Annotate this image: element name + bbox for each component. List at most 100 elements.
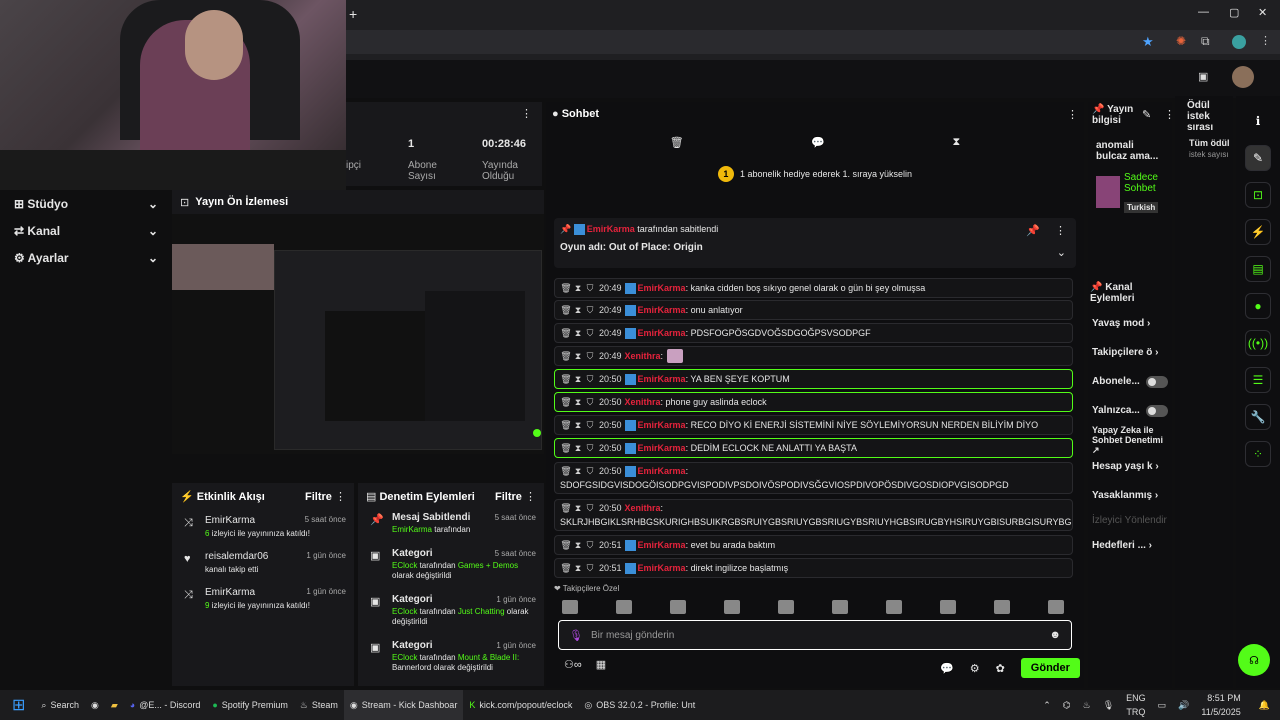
trash-icon[interactable]: 🗑 xyxy=(560,328,572,339)
shield-icon[interactable]: ⛉ xyxy=(584,328,596,339)
hourglass-icon[interactable]: ⧗ xyxy=(572,397,584,408)
message-user[interactable]: Xenithra xyxy=(625,503,661,513)
emote[interactable] xyxy=(886,600,902,614)
activity-user[interactable]: EmirKarma xyxy=(205,587,255,598)
windows-start-icon[interactable]: ⊞ xyxy=(12,695,25,715)
trash-icon[interactable]: 🗑 xyxy=(560,420,572,431)
more-icon[interactable]: ⋮ xyxy=(1055,224,1066,237)
message-user[interactable]: EmirKarma xyxy=(638,420,686,430)
moderation-user[interactable]: EmirKarma xyxy=(392,525,432,534)
gear-icon[interactable]: ⚙ xyxy=(970,662,980,675)
glasses-icon[interactable]: ⚇∞ xyxy=(564,658,582,671)
pinned-message[interactable]: 📌 EmirKarma tarafından sabitlendi Oyun a… xyxy=(554,218,1076,268)
edit-icon[interactable]: ✎ xyxy=(1142,108,1151,121)
moderation-user[interactable]: EClock xyxy=(392,607,417,616)
category-name[interactable]: Sadece Sohbet xyxy=(1124,172,1168,194)
microphone-icon[interactable]: 🎙 xyxy=(569,629,583,642)
trash-icon[interactable]: 🗑 xyxy=(560,443,572,454)
message-user[interactable]: Xenithra xyxy=(625,397,661,407)
category-thumbnail[interactable] xyxy=(1096,176,1120,208)
toggle[interactable] xyxy=(1146,376,1168,388)
clock[interactable]: 8:51 PM 11/5/2025 xyxy=(1195,690,1246,720)
message-user[interactable]: Xenithra xyxy=(625,351,661,361)
chat-message[interactable]: 🗑 ⧗ ⛉ 20:49 EmirKarma: onu anlatıyor xyxy=(554,300,1073,320)
steam-tray-icon[interactable]: ♨ xyxy=(1077,690,1097,720)
taskbar-obs[interactable]: ◎ OBS 32.0.2 - Profile: Unt xyxy=(578,690,701,720)
emote[interactable] xyxy=(670,600,686,614)
chat-message[interactable]: 🗑 ⧗ ⛉ 20:50 EmirKarma: SDOFGSIDGVISDOGÖISODPG… xyxy=(554,462,1073,494)
trash-icon[interactable]: 🗑 xyxy=(560,283,572,294)
hourglass-icon[interactable]: ⧗ xyxy=(572,305,584,316)
mic-icon[interactable]: 🎙 xyxy=(1097,690,1120,720)
shield-icon[interactable]: ⛉ xyxy=(584,503,596,514)
ai-moderation-action[interactable]: Yapay Zeka ile Sohbet Denetimi ↗ xyxy=(1092,425,1168,461)
message-user[interactable]: EmirKarma xyxy=(638,283,686,293)
chat-message[interactable]: 🗑 ⧗ ⛉ 20:50 Xenithra: phone guy aslinda eclo… xyxy=(554,392,1073,412)
chat-message[interactable]: 🗑 ⧗ ⛉ 20:50 EmirKarma: DEDİM ECLOCK NE ANLAT… xyxy=(554,438,1073,458)
activity-user[interactable]: EmirKarma xyxy=(205,515,255,526)
chrome-icon[interactable]: ◉ xyxy=(85,690,105,720)
emote[interactable] xyxy=(616,600,632,614)
message-user[interactable]: EmirKarma xyxy=(638,540,686,550)
taskbar-chrome-kick[interactable]: ◉ Stream - Kick Dashboar xyxy=(343,690,464,720)
trash-icon[interactable]: 🗑 xyxy=(560,397,572,408)
shield-icon[interactable]: ⛉ xyxy=(584,420,596,431)
hourglass-icon[interactable]: ⧗ xyxy=(572,374,584,385)
menu-icon[interactable]: ⋮ xyxy=(1260,34,1271,47)
moderation-filter-button[interactable]: Filtre xyxy=(495,491,522,503)
info-icon[interactable]: ℹ xyxy=(1245,108,1271,134)
emote[interactable] xyxy=(724,600,740,614)
followers-only-action[interactable]: Takipçilere ö › xyxy=(1092,347,1168,376)
shield-icon[interactable]: ⛉ xyxy=(584,540,596,551)
message-user[interactable]: EmirKarma xyxy=(638,443,686,453)
shield-icon[interactable]: ⛉ xyxy=(584,397,596,408)
more-icon[interactable]: ⋮ xyxy=(1067,108,1078,121)
more-icon[interactable]: ⋮ xyxy=(521,107,532,120)
hourglass-icon[interactable]: ⧗ xyxy=(572,283,584,294)
chat-message[interactable]: 🗑 ⧗ ⛉ 20:50 EmirKarma: RECO DİYO Kİ ENERJİ S… xyxy=(554,415,1073,435)
taskbar-spotify[interactable]: ● Spotify Premium xyxy=(206,690,293,720)
pin-icon[interactable]: 📌 xyxy=(1026,224,1040,237)
chat-bubble-icon[interactable]: 💬 xyxy=(940,662,954,675)
trash-icon[interactable]: 🗑 xyxy=(560,563,572,574)
shield-icon[interactable]: ⛉ xyxy=(584,443,596,454)
hourglass-icon[interactable]: ⧗ xyxy=(572,420,584,431)
shield-icon[interactable]: ⛉ xyxy=(584,563,596,574)
emote[interactable] xyxy=(1048,600,1064,614)
message-user[interactable]: EmirKarma xyxy=(638,563,686,573)
slow-mode-action[interactable]: Yavaş mod › xyxy=(1092,318,1168,347)
broadcast-icon[interactable]: ((•)) xyxy=(1245,330,1271,356)
taskbar-kick-popout[interactable]: Kkick.com/popout/eclock xyxy=(463,690,578,720)
subscribers-only-action[interactable]: Abonele... xyxy=(1092,376,1168,405)
trash-icon[interactable]: 🗑 xyxy=(560,351,572,362)
taskbar-discord[interactable]: ◕ @E... - Discord xyxy=(124,690,207,720)
shield-icon[interactable]: ⛉ xyxy=(584,351,596,362)
message-user[interactable]: EmirKarma xyxy=(638,466,686,476)
emote-only-action[interactable]: Yalnızca... xyxy=(1092,405,1168,425)
trash-icon[interactable]: 🗑 xyxy=(560,503,572,514)
new-tab-button[interactable]: + xyxy=(349,6,357,22)
chat-message[interactable]: 🗑 ⧗ ⛉ 20:51 EmirKarma: evet bu arada baktım xyxy=(554,535,1073,555)
hourglass-icon[interactable]: ⧗ xyxy=(953,136,961,149)
help-icon[interactable]: ☊ xyxy=(1238,644,1270,676)
shield-icon[interactable]: ⛉ xyxy=(584,374,596,385)
chat-message[interactable]: 🗑 ⧗ ⛉ 20:49 EmirKarma: PDSFOGPÖSGDVOĞSDGOĞPS… xyxy=(554,323,1073,343)
close-button[interactable]: ✕ xyxy=(1258,6,1267,19)
list-icon[interactable]: ☰ xyxy=(1245,367,1271,393)
trash-icon[interactable]: 🗑 xyxy=(560,374,572,385)
minimize-button[interactable]: — xyxy=(1198,6,1209,18)
more-icon[interactable]: ⋮ xyxy=(1164,108,1175,121)
stream-preview[interactable] xyxy=(172,214,544,454)
extension-icon[interactable]: ✺ xyxy=(1176,34,1186,48)
nav-settings[interactable]: ⚙ Ayarlar ⌄ xyxy=(0,244,172,271)
chat-message[interactable]: 🗑 ⧗ ⛉ 20:50 Xenithra: SKLRJHBGIKLSRHBGSKURIGH… xyxy=(554,499,1073,531)
more-icon[interactable]: ⋮ xyxy=(332,491,346,503)
focus-icon[interactable]: ⊡ xyxy=(1245,182,1271,208)
address-bar[interactable]: ★ ✺ ⧉ ⋮ xyxy=(346,30,1280,54)
emote[interactable] xyxy=(562,600,578,614)
hourglass-icon[interactable]: ⧗ xyxy=(572,563,584,574)
speech-bubble-icon[interactable]: 💬 xyxy=(811,136,825,149)
nav-studio[interactable]: ⊞ Stüdyo ⌄ xyxy=(0,190,172,217)
display-icon[interactable]: ▭ xyxy=(1152,690,1173,720)
document-icon[interactable]: ▤ xyxy=(1245,256,1271,282)
